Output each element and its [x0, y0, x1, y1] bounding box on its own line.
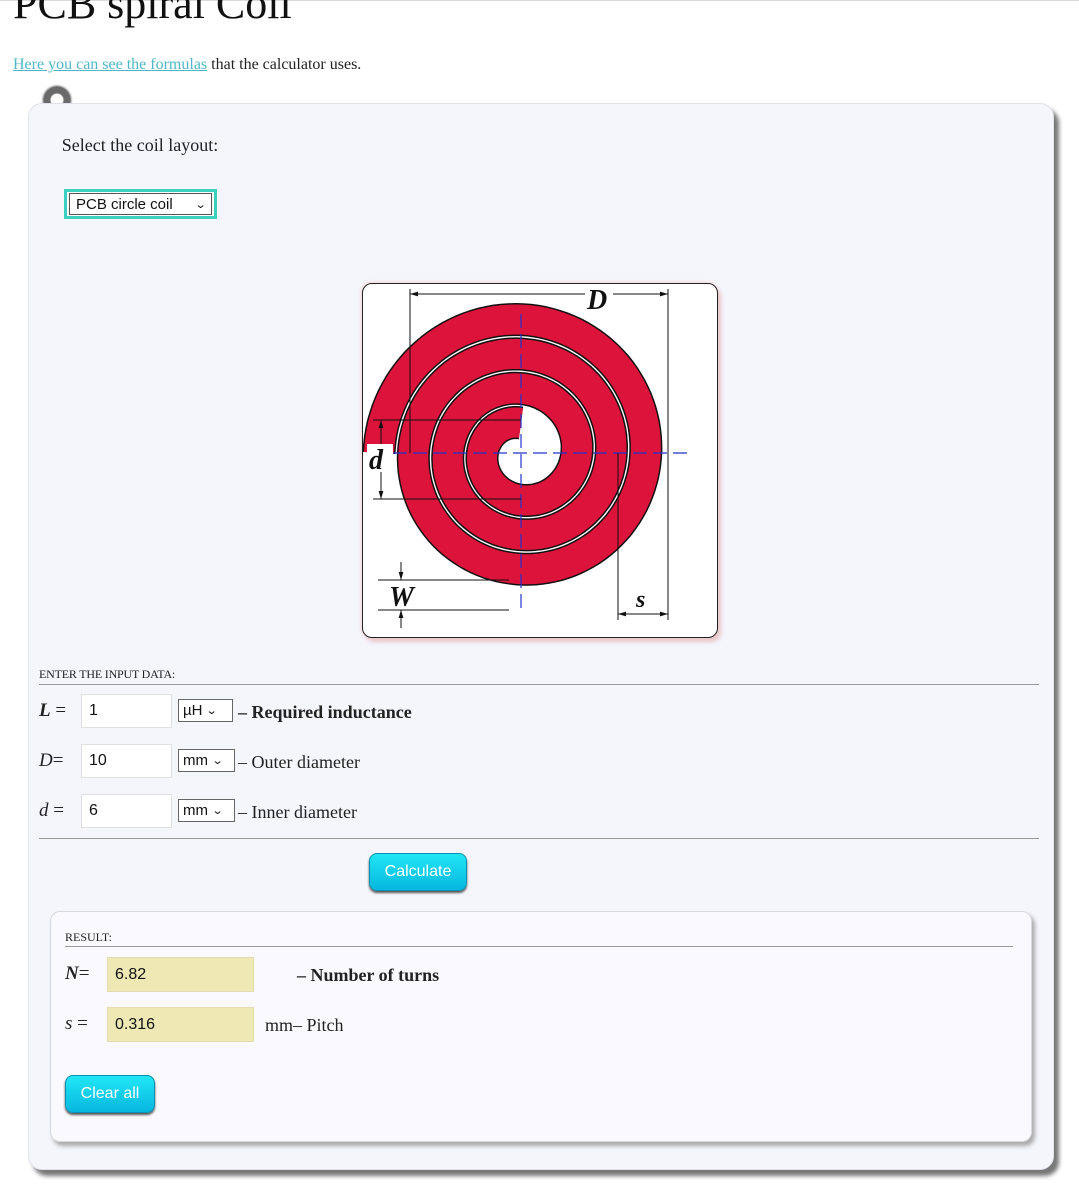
coil-diagram-svg: D d W s — [362, 284, 689, 628]
inner-diameter-input[interactable]: 6 — [81, 794, 172, 828]
turns-symbol: N — [65, 963, 79, 984]
coil-layout-selected-value: PCB circle coil — [76, 195, 173, 213]
chevron-down-icon: ⌄ — [194, 197, 207, 211]
outer-diameter-symbol: D — [39, 750, 53, 771]
inner-diameter-symbol: d — [39, 800, 49, 821]
clear-all-button[interactable]: Clear all — [65, 1075, 155, 1113]
label-outer-diameter: D — [586, 285, 607, 316]
turns-description: – Number of turns — [297, 965, 440, 985]
turns-equals: = — [78, 963, 90, 984]
pitch-row: s = — [65, 1007, 105, 1041]
inductance-unit-value: µH — [183, 702, 203, 719]
outer-diameter-description: – Outer diameter — [238, 752, 360, 772]
pitch-description: – Pitch — [293, 1015, 344, 1035]
page-title: PCB spiral Coil — [13, 0, 292, 28]
outer-diameter-equals: = — [52, 750, 64, 771]
label-inner-diameter: d — [369, 445, 384, 476]
label-trace-width: W — [389, 582, 416, 613]
coil-diagram: D d W s — [362, 283, 718, 638]
inductance-row: L = — [39, 694, 79, 728]
result-section-label: RESULT: — [65, 930, 112, 944]
input-bottom-divider — [39, 838, 1039, 839]
inner-diameter-row: d = — [39, 794, 79, 828]
turns-output: 6.82 — [107, 957, 254, 992]
inner-diameter-equals: = — [53, 800, 64, 821]
outer-diameter-row: D= — [39, 744, 79, 778]
pitch-description-group: mm– Pitch — [265, 1014, 344, 1036]
coil-layout-select[interactable]: PCB circle coil ⌄ — [64, 189, 217, 219]
spiral-trace — [362, 302, 663, 586]
layout-select-label: Select the coil layout: — [61, 135, 219, 155]
formulas-link[interactable]: Here you can see the formulas — [13, 56, 207, 73]
turns-row: N= — [65, 957, 105, 991]
spiral-trace-fill — [364, 304, 661, 585]
inner-diameter-unit-value: mm — [183, 802, 208, 819]
input-section-label: ENTER THE INPUT DATA: — [39, 667, 176, 681]
outer-diameter-input[interactable]: 10 — [81, 744, 172, 778]
inductance-unit-select[interactable]: µH ⌄ — [178, 699, 233, 722]
pitch-output: 0.316 — [107, 1007, 254, 1042]
outer-diameter-unit-value: mm — [183, 752, 208, 769]
inductance-input[interactable]: 1 — [81, 694, 172, 728]
pitch-symbol: s — [65, 1013, 73, 1034]
inner-diameter-description: – Inner diameter — [238, 802, 357, 822]
inductance-symbol: L — [39, 700, 51, 721]
chevron-down-icon: ⌄ — [206, 704, 219, 717]
pitch-equals: = — [77, 1013, 88, 1034]
calculate-button[interactable]: Calculate — [369, 853, 467, 891]
inner-diameter-unit-select[interactable]: mm ⌄ — [178, 799, 235, 822]
input-top-divider — [39, 684, 1039, 685]
chevron-down-icon: ⌄ — [211, 804, 224, 817]
outer-diameter-unit-select[interactable]: mm ⌄ — [178, 749, 235, 772]
intro-rest-text: that the calculator uses. — [207, 56, 362, 73]
chevron-down-icon: ⌄ — [211, 754, 224, 767]
pitch-unit: mm — [265, 1015, 294, 1035]
inductance-description: – Required inductance — [238, 702, 412, 722]
result-divider — [65, 946, 1013, 947]
intro-text: Here you can see the formulas that the c… — [13, 55, 361, 75]
label-spacing: s — [635, 587, 645, 613]
inductance-equals: = — [55, 700, 67, 721]
